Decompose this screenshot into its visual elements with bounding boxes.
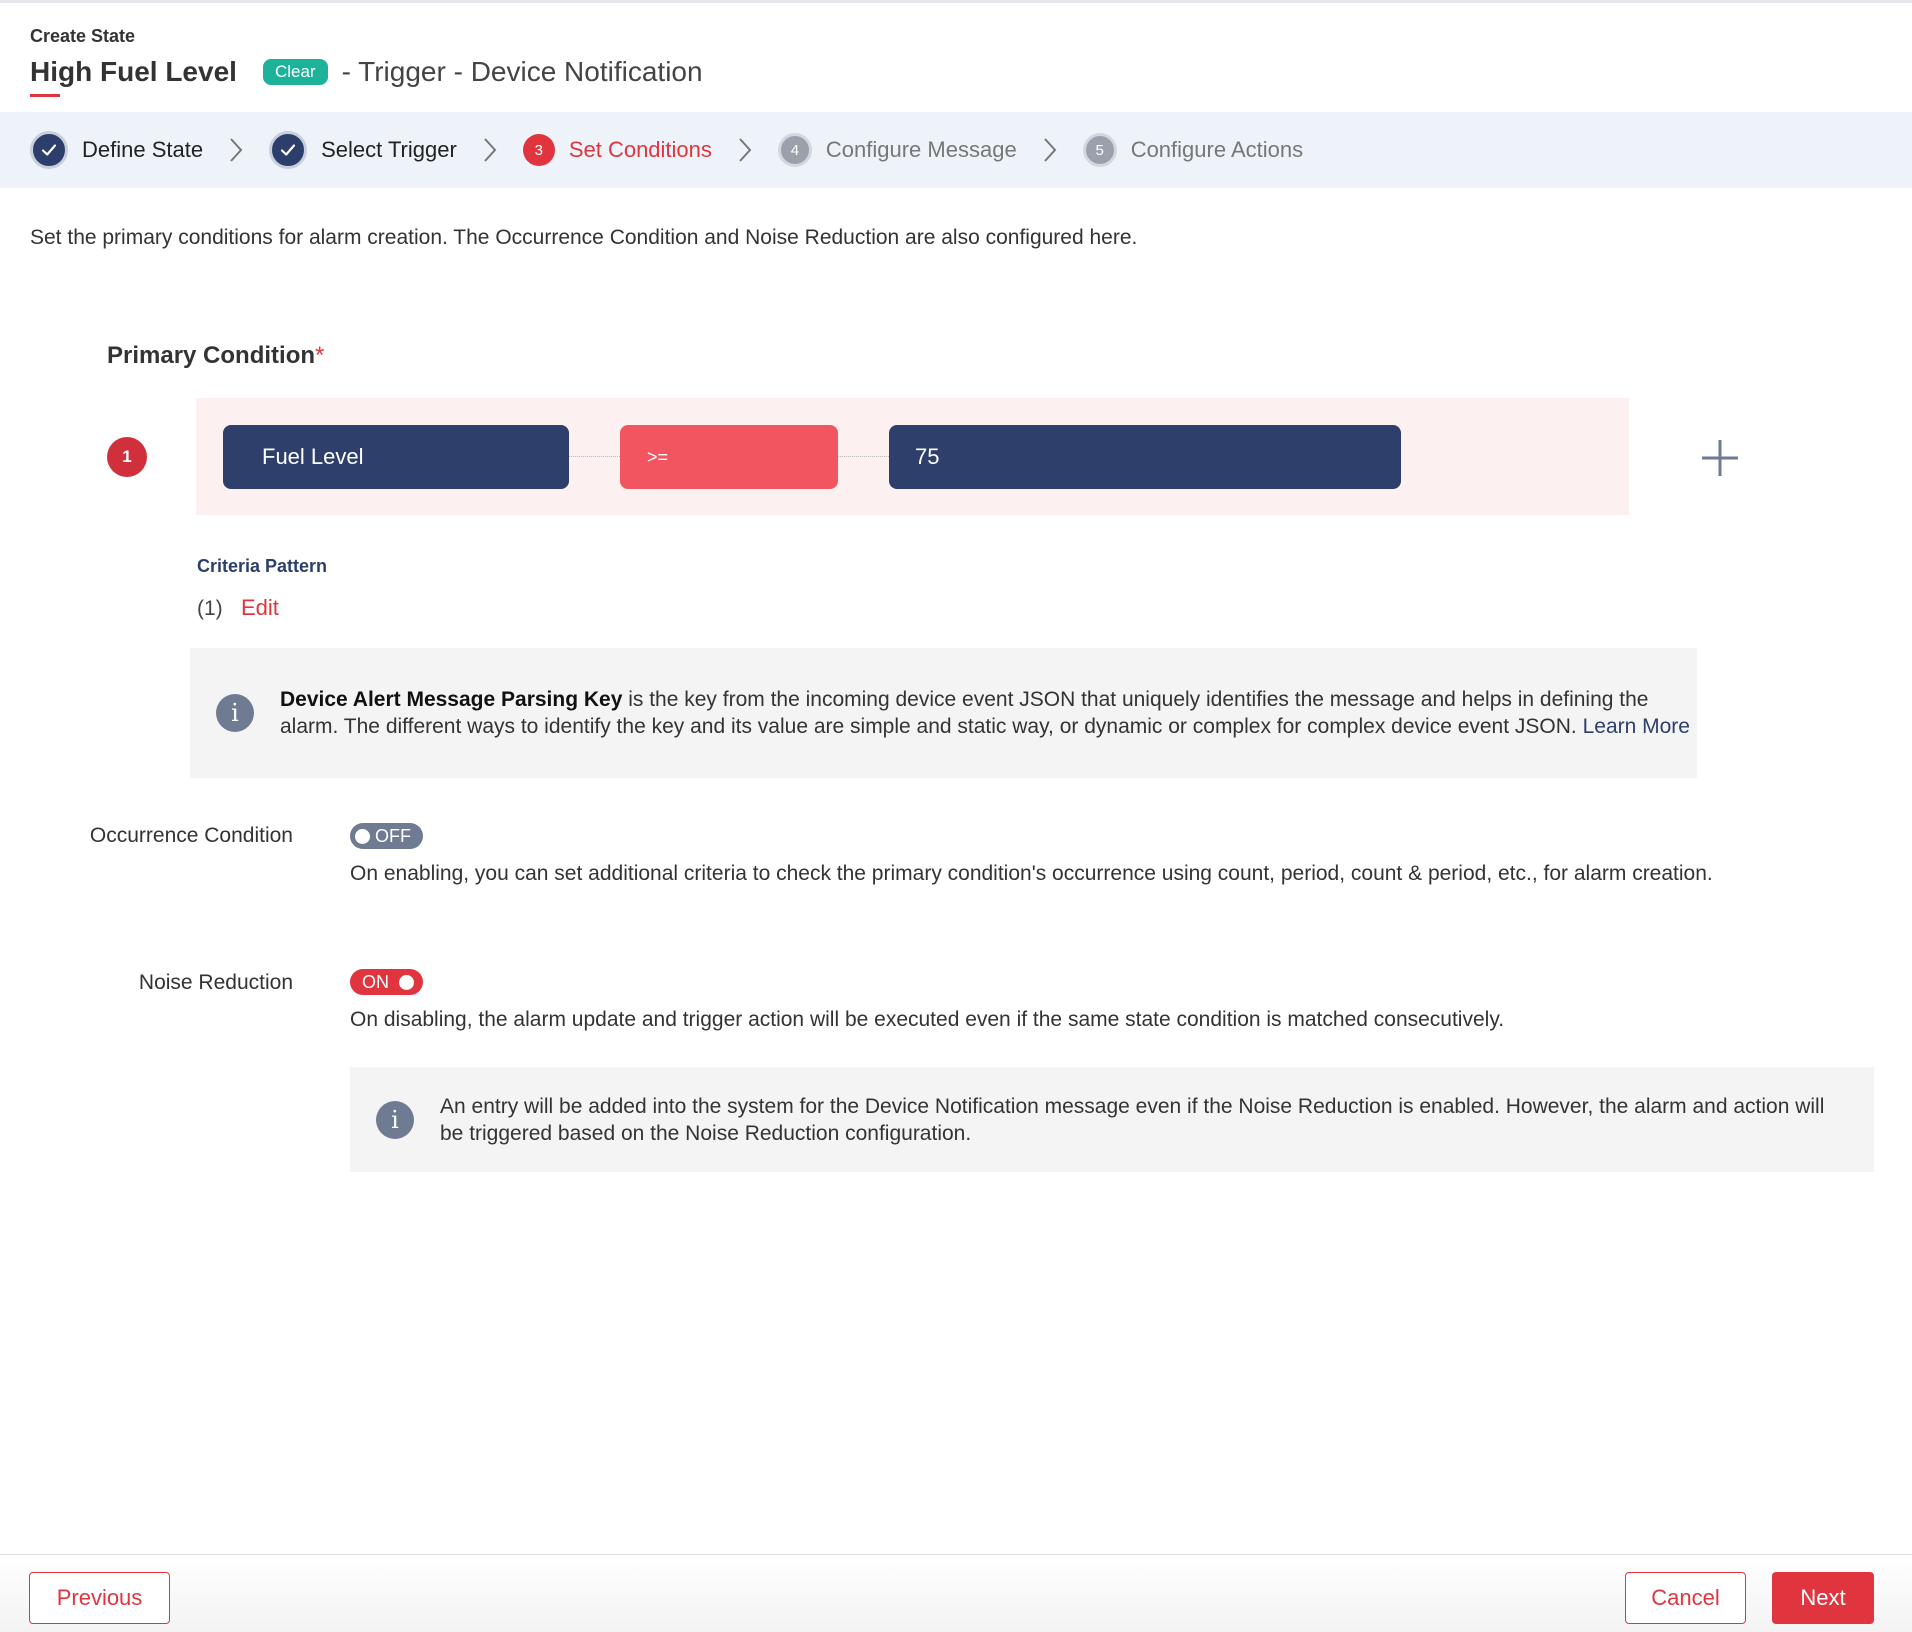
info-icon: i [216, 694, 254, 732]
condition-attribute[interactable]: Fuel Level [223, 425, 569, 489]
condition-value[interactable]: 75 [889, 425, 1401, 489]
primary-condition-label: Primary Condition [107, 342, 316, 369]
occurrence-condition-toggle[interactable]: OFF [350, 823, 423, 849]
step-label: Select Trigger [321, 137, 457, 162]
info-text: An entry will be added into the system f… [440, 1094, 1825, 1145]
toggle-knob [399, 974, 414, 990]
condition-operator[interactable]: >= [620, 425, 838, 489]
page-header: Create State [30, 26, 135, 47]
top-border [0, 0, 1912, 3]
step-label: Set Conditions [568, 137, 712, 162]
connector-line [838, 456, 889, 457]
condition-index-badge: 1 [107, 437, 147, 477]
step-number: 3 [522, 134, 555, 166]
parsing-key-info: i Device Alert Message Parsing Key is th… [190, 648, 1697, 778]
info-text: Device Alert Message Parsing Key is the … [280, 686, 1697, 740]
criteria-pattern-label: Criteria Pattern [197, 556, 328, 576]
step-label: Define State [82, 137, 204, 162]
required-mark: * [315, 342, 325, 369]
page-subtitle: Create State [30, 26, 136, 46]
step-number: 5 [1082, 133, 1117, 167]
info-icon: i [376, 1100, 414, 1139]
title-underline [30, 94, 60, 97]
step-configure-actions[interactable]: 5 Configure Actions [1082, 133, 1304, 167]
step-label: Configure Message [825, 137, 1017, 162]
status-badge: Clear [262, 59, 328, 85]
noise-reduction-info: i An entry will be added into the system… [350, 1067, 1874, 1172]
criteria-edit-link[interactable]: Edit [241, 595, 279, 621]
previous-button[interactable]: Previous [29, 1572, 170, 1624]
noise-reduction-label: Noise Reduction [138, 971, 293, 994]
next-button[interactable]: Next [1772, 1572, 1874, 1624]
cancel-button[interactable]: Cancel [1625, 1572, 1746, 1624]
occurrence-condition-label: Occurrence Condition [89, 824, 293, 847]
step-label: Configure Actions [1130, 137, 1304, 162]
step-number: 4 [777, 133, 812, 167]
toggle-knob [355, 828, 370, 844]
noise-reduction-toggle[interactable]: ON [350, 969, 423, 995]
title-row: High Fuel Level Clear - Trigger - Device… [30, 52, 703, 92]
primary-condition-heading: Primary Condition* [107, 342, 324, 370]
toggle-text: OFF [375, 825, 411, 846]
occurrence-condition-description: On enabling, you can set additional crit… [350, 862, 1713, 885]
add-condition-icon[interactable] [1700, 438, 1740, 478]
learn-more-link[interactable]: Learn More [1583, 715, 1690, 738]
noise-reduction-description: On disabling, the alarm update and trigg… [350, 1008, 1505, 1031]
step-select-trigger[interactable]: Select Trigger [269, 131, 457, 169]
connector-line [569, 456, 620, 457]
chevron-right-icon [1043, 137, 1057, 163]
step-define-state[interactable]: Define State [30, 131, 203, 169]
step-configure-message[interactable]: 4 Configure Message [777, 133, 1017, 167]
stepper: Define State Select Trigger 3 Set Condit… [0, 112, 1912, 188]
info-bold-term: Device Alert Message Parsing Key [280, 688, 623, 711]
check-icon [30, 131, 68, 169]
page-description: Set the primary conditions for alarm cre… [30, 226, 1138, 249]
page-title-suffix: - Trigger - Device Notification [341, 56, 703, 87]
step-set-conditions[interactable]: 3 Set Conditions [522, 134, 712, 166]
toggle-text: ON [362, 971, 389, 992]
chevron-right-icon [738, 137, 752, 163]
page-title: High Fuel Level [30, 56, 237, 87]
check-icon [269, 131, 308, 169]
chevron-right-icon [229, 137, 243, 163]
chevron-right-icon [483, 137, 497, 163]
criteria-pattern-value: (1) [197, 597, 223, 620]
